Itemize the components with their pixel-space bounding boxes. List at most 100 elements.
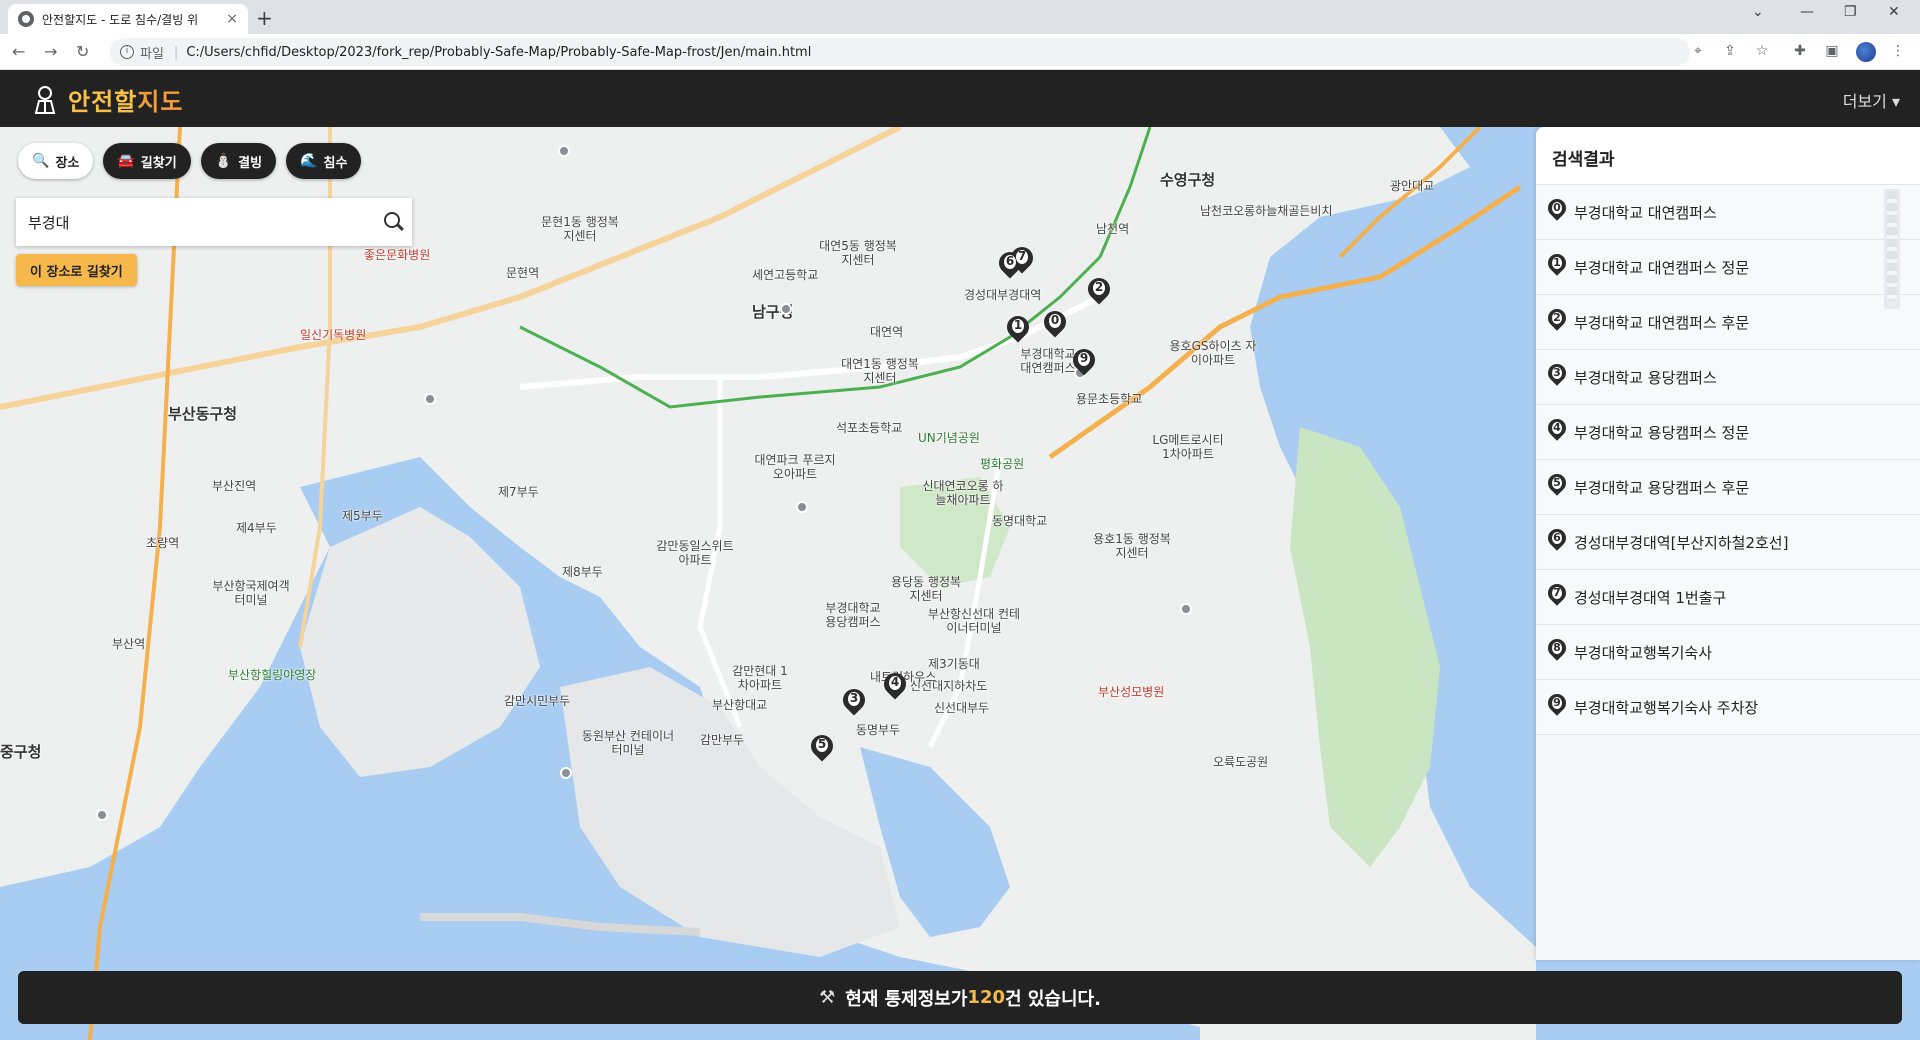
map-label: 용문초등학교 xyxy=(1076,392,1143,406)
flood-mode-button[interactable]: 🌊 침수 xyxy=(286,143,362,179)
tab-search-icon[interactable]: ⌄ xyxy=(1752,4,1764,20)
info-icon[interactable]: i xyxy=(120,45,134,59)
result-name: 경성대부경대역[부산지하철2호선] xyxy=(1574,533,1789,552)
tab-title: 안전할지도 - 도로 침수/결빙 위 xyxy=(42,12,199,27)
results-list[interactable]: 0 부경대학교 대연캠퍼스 1 부경대학교 대연캠퍼스 정문 2 부경대학교 대연캠퍼… xyxy=(1536,185,1920,960)
marker-number: 2 xyxy=(1094,280,1104,294)
logo-text-part1: 안전할 xyxy=(68,88,138,116)
reload-icon[interactable]: ↻ xyxy=(76,42,89,61)
map-marker[interactable]: 2 xyxy=(1083,273,1115,308)
directions-mode-button[interactable]: 🚘 길찾기 xyxy=(103,143,191,179)
result-item[interactable]: 8 부경대학교행복기숙사 xyxy=(1536,625,1920,680)
marker-number: 0 xyxy=(1050,313,1060,327)
sidepanel-icon[interactable]: ▣ xyxy=(1824,43,1840,59)
profile-avatar[interactable] xyxy=(1856,42,1876,62)
map-label: 부경대학교 용당캠퍼스 xyxy=(825,601,881,629)
map-label: 평화공원 xyxy=(980,457,1025,471)
result-number: 0 xyxy=(1553,201,1561,214)
ice-mode-button[interactable]: ⛄ 결빙 xyxy=(200,143,277,179)
browser-tab-bar: 안전할지도 - 도로 침수/결빙 위 × + ⌄ — ❐ ✕ xyxy=(0,0,1920,34)
browser-tab[interactable]: 안전할지도 - 도로 침수/결빙 위 × xyxy=(8,4,248,34)
poi-dot xyxy=(796,501,808,513)
extensions-icon[interactable]: ✚ xyxy=(1792,43,1808,59)
result-item[interactable]: 3 부경대학교 용당캠퍼스 xyxy=(1536,350,1920,405)
result-name: 부경대학교 대연캠퍼스 정문 xyxy=(1574,258,1750,277)
mode-buttons: 🔍 장소 🚘 길찾기 ⛄ 결빙 🌊 침수 xyxy=(18,143,362,179)
map-label: 대연5동 행정복지센터 xyxy=(819,239,897,267)
result-item[interactable]: 5 부경대학교 용당캠퍼스 후문 xyxy=(1536,460,1920,515)
result-number: 6 xyxy=(1553,531,1561,544)
map-marker[interactable]: 7 xyxy=(1006,242,1038,277)
map-label: 제7부두 xyxy=(498,485,539,499)
place-mode-button[interactable]: 🔍 장소 xyxy=(18,143,94,179)
result-item[interactable]: 7 경성대부경대역 1번출구 xyxy=(1536,570,1920,625)
result-name: 경성대부경대역 1번출구 xyxy=(1574,588,1727,607)
search-icon: 🔍 xyxy=(32,153,50,169)
scrollbar-thumb[interactable] xyxy=(1887,191,1897,301)
map-marker[interactable]: 4 xyxy=(879,668,911,703)
result-item[interactable]: 1 부경대학교 대연캠퍼스 정문 xyxy=(1536,240,1920,295)
map-label: 동원부산 컨테이너터미널 xyxy=(581,729,675,757)
map-label: 부산진역 xyxy=(212,479,257,493)
map-label: 제3기동대 xyxy=(928,657,980,671)
result-number: 7 xyxy=(1553,586,1561,599)
map-marker[interactable]: 3 xyxy=(838,684,870,719)
map-marker[interactable]: 0 xyxy=(1039,306,1071,341)
map-label: 감만동일스위트 아파트 xyxy=(656,539,734,567)
search-box xyxy=(16,198,412,246)
control-info-notice[interactable]: ⚒ 현재 통제정보가 120 건 있습니다. xyxy=(18,971,1902,1024)
result-name: 부경대학교 대연캠퍼스 xyxy=(1574,203,1717,222)
map-marker[interactable]: 9 xyxy=(1068,344,1100,379)
poi-dot xyxy=(780,303,792,315)
poi-dot xyxy=(560,767,572,779)
map-label: 부산항국제여객 터미널 xyxy=(212,579,290,607)
logo-text: 안전할지도 xyxy=(68,82,183,117)
mode-label: 침수 xyxy=(323,155,348,171)
safety-helmet-icon xyxy=(32,85,58,115)
map-label: 경성대부경대역 xyxy=(964,288,1042,302)
car-icon: 🚘 xyxy=(117,153,135,169)
map-label: 일신기독병원 xyxy=(300,328,367,342)
menu-kebab-icon[interactable]: ⋮ xyxy=(1890,43,1906,59)
minimize-icon[interactable]: — xyxy=(1800,4,1814,20)
result-item[interactable]: 9 부경대학교행복기숙사 주차장 xyxy=(1536,680,1920,735)
url-field[interactable]: i 파일 | C:/Users/chfid/Desktop/2023/fork_… xyxy=(110,38,1690,66)
close-window-icon[interactable]: ✕ xyxy=(1888,4,1900,20)
map-marker[interactable]: 5 xyxy=(806,730,838,765)
location-icon[interactable]: ⌖ xyxy=(1690,43,1706,59)
map-label: 용호GS하이츠 자이아파트 xyxy=(1169,339,1257,367)
result-item[interactable]: 4 부경대학교 용당캠퍼스 정문 xyxy=(1536,405,1920,460)
restore-icon[interactable]: ❐ xyxy=(1844,4,1857,20)
map-marker[interactable]: 1 xyxy=(1002,311,1034,346)
share-icon[interactable]: ⇪ xyxy=(1722,43,1738,59)
map-label: 문현역 xyxy=(506,266,540,280)
poi-dot xyxy=(1180,603,1192,615)
notice-prefix: 현재 통제정보가 xyxy=(845,988,968,1010)
map-label: 대연1동 행정복지센터 xyxy=(841,357,919,385)
search-input[interactable] xyxy=(16,198,372,246)
map-label: 제4부두 xyxy=(236,521,277,535)
map-label: 부산성모병원 xyxy=(1098,685,1165,699)
result-marker-icon: 1 xyxy=(1544,250,1570,282)
route-to-place-button[interactable]: 이 장소로 길찾기 xyxy=(16,254,137,286)
result-marker-icon: 6 xyxy=(1544,525,1570,557)
forward-icon[interactable]: → xyxy=(44,42,57,61)
map-label: 대연파크 푸르지오아파트 xyxy=(754,453,836,481)
result-item[interactable]: 0 부경대학교 대연캠퍼스 xyxy=(1536,185,1920,240)
map-label: 신선대부두 xyxy=(934,701,990,715)
back-icon[interactable]: ← xyxy=(12,42,25,61)
map-label: 중구청 xyxy=(0,743,42,761)
bookmark-star-icon[interactable]: ☆ xyxy=(1754,43,1770,59)
map-label: 오륙도공원 xyxy=(1213,755,1269,769)
result-item[interactable]: 2 부경대학교 대연캠퍼스 후문 xyxy=(1536,295,1920,350)
more-menu-button[interactable]: 더보기 ▾ xyxy=(1843,88,1900,112)
result-number: 9 xyxy=(1553,696,1561,709)
results-scrollbar[interactable] xyxy=(1884,189,1900,309)
result-number: 8 xyxy=(1553,641,1561,654)
result-item[interactable]: 6 경성대부경대역[부산지하철2호선] xyxy=(1536,515,1920,570)
close-tab-icon[interactable]: × xyxy=(226,11,238,27)
search-submit-icon[interactable] xyxy=(372,202,412,242)
logo[interactable]: 안전할지도 xyxy=(32,82,183,117)
new-tab-button[interactable]: + xyxy=(256,6,273,30)
flood-icon: 🌊 xyxy=(300,153,318,169)
